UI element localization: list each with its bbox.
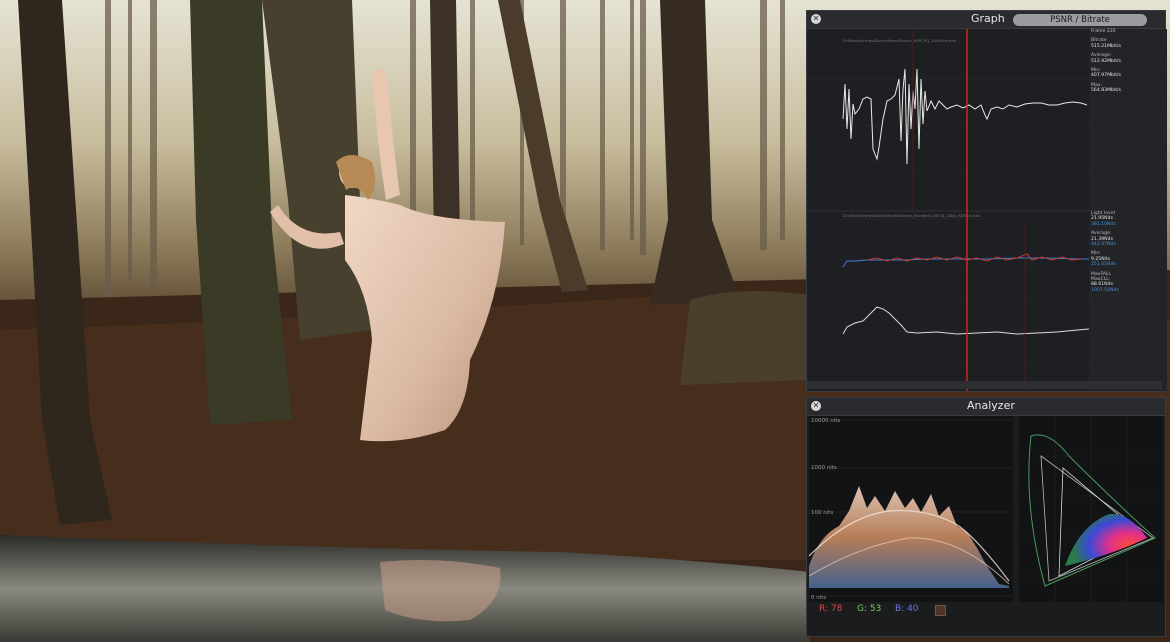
- stat-bitrate: Bitrate 515.21Mbit/s: [1091, 38, 1121, 49]
- video-viewer[interactable]: ✕ Graph PSNR / Bitrate D:\Movies\ForestD…: [0, 0, 1170, 642]
- nits-label-10000: 10000 nits: [811, 418, 840, 424]
- light-level-stats: Light level 21.95Nits 381.10Nits Average: 2…: [1091, 211, 1163, 293]
- pixel-color-swatch: [935, 605, 946, 616]
- pixel-g-value: G: 53: [857, 604, 882, 614]
- graph-panel[interactable]: ✕ Graph PSNR / Bitrate D:\Movies\ForestD…: [806, 10, 1167, 392]
- stat-max: Max: 564.83Mbit/s: [1091, 82, 1121, 94]
- nits-label-100: 100 nits: [811, 510, 833, 516]
- bitrate-stats: Frame 220 Bitrate 515.21Mbit/s Average: 51…: [1091, 29, 1163, 94]
- analyzer-title: Analyzer: [967, 399, 1015, 412]
- graph-titlebar[interactable]: ✕ Graph PSNR / Bitrate: [807, 11, 1165, 29]
- analyzer-titlebar[interactable]: ✕ Analyzer: [807, 398, 1165, 416]
- stat-light-min: Min: 9.25Nits 251.05Nits: [1091, 251, 1116, 268]
- stat-average: Average: 512.92Mbit/s: [1091, 53, 1121, 64]
- stat-maxfall-maxcll: MaxFALL MaxCLL: 88.61Nits 1007.55Nits: [1091, 271, 1119, 293]
- mid-file-path: D:\Movies\ForestDance\ForestDance_Encode…: [843, 213, 981, 218]
- close-icon[interactable]: ✕: [811, 14, 821, 24]
- pixel-b-value: B: 40: [895, 604, 919, 614]
- cie-chromaticity-diagram[interactable]: [1019, 416, 1163, 602]
- stat-light-average: Average: 21.39Nits 442.07Nits: [1091, 231, 1116, 248]
- waveform-scope[interactable]: 10000 nits 1000 nits 100 nits 0 nits: [809, 416, 1013, 602]
- top-file-path: D:\Movies\ForestDance\ForestDance_HDR_PQ…: [843, 38, 957, 43]
- tab-psnr-bitrate[interactable]: PSNR / Bitrate: [1013, 14, 1147, 26]
- graph-title: Graph: [971, 12, 1005, 25]
- nits-label-0: 0 nits: [811, 595, 826, 601]
- close-icon[interactable]: ✕: [811, 401, 821, 411]
- pixel-r-value: R: 78: [819, 604, 843, 614]
- analyzer-panel[interactable]: ✕ Analyzer 10000 nits 1000 nits 100 nits…: [806, 397, 1166, 637]
- stat-frame: Frame 220: [1091, 29, 1116, 34]
- nits-label-1000: 1000 nits: [811, 465, 837, 471]
- stat-light-level: Light level 21.95Nits 381.10Nits: [1091, 211, 1116, 227]
- stat-min: Min: 407.97Mbit/s: [1091, 68, 1121, 79]
